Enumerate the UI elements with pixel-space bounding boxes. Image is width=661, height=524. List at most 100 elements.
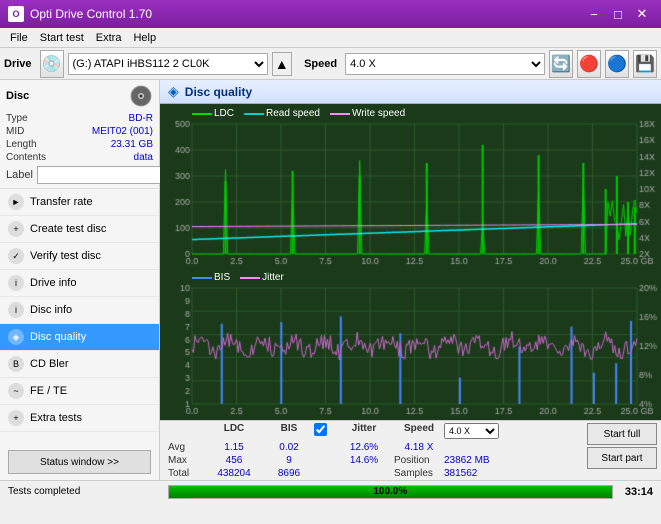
jitter-legend-text: Jitter	[262, 272, 284, 283]
statusbar: Tests completed 100.0% 33:14	[0, 480, 661, 502]
sidebar-item-verify-test-disc[interactable]: ✓ Verify test disc	[0, 243, 159, 270]
avg-ldc: 1.15	[204, 442, 264, 453]
writespeed-legend-color	[330, 113, 350, 115]
charts-area: LDC Read speed Write speed	[160, 104, 661, 420]
disc-quality-header: ◈ Disc quality	[160, 80, 661, 104]
minimize-button[interactable]: −	[583, 4, 605, 24]
ldc-chart: LDC Read speed Write speed	[162, 106, 659, 268]
drive-icon-button[interactable]: 💿	[40, 50, 64, 78]
app-title: Opti Drive Control 1.70	[30, 7, 152, 21]
sidebar-cd-bler-label: CD Bler	[30, 358, 69, 370]
sidebar-extra-tests-label: Extra tests	[30, 412, 82, 424]
status-window-button[interactable]: Status window >>	[8, 450, 151, 474]
titlebar: O Opti Drive Control 1.70 − □ ✕	[0, 0, 661, 28]
jitter-col-header: Jitter	[334, 423, 394, 439]
close-button[interactable]: ✕	[631, 4, 653, 24]
avg-col-header	[168, 423, 204, 439]
readspeed-legend-color	[244, 113, 264, 115]
samples-label: Samples	[394, 468, 444, 479]
sidebar-item-fe-te[interactable]: ~ FE / TE	[0, 378, 159, 405]
disc-type-value: BD-R	[129, 113, 153, 124]
sidebar-item-drive-info[interactable]: i Drive info	[0, 270, 159, 297]
menu-extra[interactable]: Extra	[90, 30, 128, 46]
menubar: File Start test Extra Help	[0, 28, 661, 48]
bottom-stats: LDC BIS Jitter Speed 4.0 X Avg	[160, 420, 661, 480]
disc-label-row: Label 🖊	[6, 166, 153, 184]
sidebar-create-test-disc-label: Create test disc	[30, 223, 106, 235]
progress-container: 100.0%	[168, 485, 613, 499]
save-button[interactable]: 💾	[633, 50, 657, 78]
max-ldc: 456	[204, 455, 264, 466]
menu-file[interactable]: File	[4, 30, 34, 46]
cd-bler-icon: B	[8, 356, 24, 372]
main-area: Disc Type BD-R MID MEIT02 (001) Length 2…	[0, 80, 661, 480]
menu-starttest[interactable]: Start test	[34, 30, 90, 46]
max-label: Max	[168, 455, 204, 466]
bis-col-header: BIS	[264, 423, 314, 439]
extra-tests-icon: +	[8, 410, 24, 426]
disc-mid-value: MEIT02 (001)	[92, 126, 153, 137]
speed-label: Speed	[304, 58, 337, 70]
disc-length-value: 23.31 GB	[111, 139, 153, 150]
stats-max-row: Max 456 9 14.6% Position 23862 MB	[160, 454, 583, 467]
sidebar: Disc Type BD-R MID MEIT02 (001) Length 2…	[0, 80, 160, 480]
sidebar-item-disc-quality[interactable]: ◈ Disc quality	[0, 324, 159, 351]
disc-contents-value: data	[134, 152, 153, 163]
ldc-legend-color	[192, 113, 212, 115]
disc-mid-row: MID MEIT02 (001)	[6, 125, 153, 138]
chart1-legend: LDC Read speed Write speed	[192, 108, 405, 119]
speed-select-col: 4.0 X	[444, 423, 504, 439]
readspeed-legend-text: Read speed	[266, 108, 320, 119]
sidebar-item-transfer-rate[interactable]: ► Transfer rate	[0, 189, 159, 216]
jitter-checkbox[interactable]	[314, 423, 327, 436]
writespeed-legend-item: Write speed	[330, 108, 405, 119]
speed-col-header: Speed	[394, 423, 444, 439]
menu-help[interactable]: Help	[127, 30, 162, 46]
app-icon: O	[8, 6, 24, 22]
total-ldc: 438204	[204, 468, 264, 479]
disc-mid-label: MID	[6, 126, 24, 137]
ldc-canvas	[162, 106, 659, 268]
disc-section-header: Disc	[6, 84, 153, 108]
titlebar-controls: − □ ✕	[583, 4, 653, 24]
progress-text: 100.0%	[169, 486, 612, 498]
speed-select-stat[interactable]: 4.0 X	[444, 423, 499, 439]
settings-button2[interactable]: 🔵	[605, 50, 629, 78]
sidebar-item-extra-tests[interactable]: + Extra tests	[0, 405, 159, 432]
maximize-button[interactable]: □	[607, 4, 629, 24]
stats-avg-row: Avg 1.15 0.02 12.6% 4.18 X	[160, 441, 583, 454]
sidebar-transfer-rate-label: Transfer rate	[30, 196, 93, 208]
refresh-button[interactable]: 🔄	[549, 50, 573, 78]
drive-info-icon: i	[8, 275, 24, 291]
start-part-button[interactable]: Start part	[587, 447, 657, 469]
avg-speed: 4.18 X	[394, 442, 444, 453]
disc-label-input[interactable]	[37, 166, 175, 184]
total-blank2	[334, 468, 394, 479]
drive-select[interactable]: (G:) ATAPI iHBS112 2 CL0K	[68, 53, 268, 75]
drive-label: Drive	[4, 58, 32, 70]
disc-quality-title: Disc quality	[185, 85, 252, 99]
max-position: 23862 MB	[444, 455, 504, 466]
sidebar-item-create-test-disc[interactable]: + Create test disc	[0, 216, 159, 243]
max-blank	[314, 455, 334, 466]
disc-quality-header-icon: ◈	[168, 83, 179, 100]
start-full-button[interactable]: Start full	[587, 423, 657, 445]
chart2-legend: BIS Jitter	[192, 272, 284, 283]
sidebar-item-cd-bler[interactable]: B CD Bler	[0, 351, 159, 378]
eject-button[interactable]: ▲	[272, 52, 293, 76]
stats-total-row: Total 438204 8696 Samples 381562	[160, 467, 583, 480]
total-bis: 8696	[264, 468, 314, 479]
readspeed-legend-item: Read speed	[244, 108, 320, 119]
max-jitter: 14.6%	[334, 455, 394, 466]
speed-select[interactable]: 4.0 X 1.0 X 2.0 X 6.0 X 8.0 X	[345, 53, 545, 75]
sidebar-disc-quality-label: Disc quality	[30, 331, 86, 343]
sidebar-item-disc-info[interactable]: i Disc info	[0, 297, 159, 324]
create-test-disc-icon: +	[8, 221, 24, 237]
settings-button1[interactable]: 🔴	[577, 50, 601, 78]
disc-type-row: Type BD-R	[6, 112, 153, 125]
disc-length-label: Length	[6, 139, 37, 150]
status-text: Tests completed	[0, 486, 164, 497]
disc-contents-row: Contents data	[6, 151, 153, 164]
disc-length-row: Length 23.31 GB	[6, 138, 153, 151]
sidebar-drive-info-label: Drive info	[30, 277, 76, 289]
